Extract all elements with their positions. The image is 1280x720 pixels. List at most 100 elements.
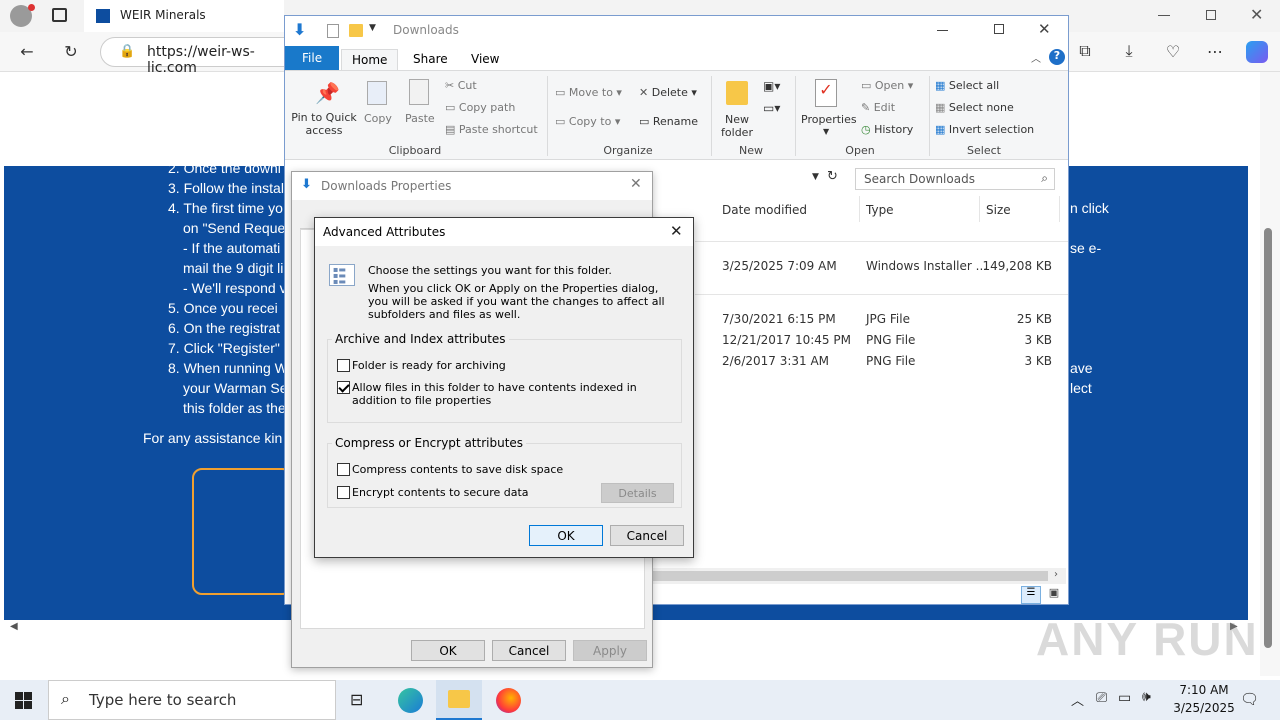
help-icon[interactable]: ? [1049, 49, 1065, 65]
tab-file[interactable]: File [285, 46, 339, 70]
notification-icon[interactable]: 🗨 [1240, 690, 1259, 708]
properties-apply-button[interactable]: Apply [573, 640, 647, 661]
advanced-cancel-button[interactable]: Cancel [610, 525, 684, 546]
table-row[interactable]: 12/21/2017 10:45 PM PNG File 3 KB [695, 330, 1068, 351]
volume-icon[interactable]: 🕪 [1142, 689, 1151, 705]
select-all-button[interactable]: ▦ Select all [935, 79, 999, 92]
explorer-minimize-button[interactable] [937, 30, 948, 31]
rename-button[interactable]: ▭ Rename [639, 115, 698, 128]
tab-share[interactable]: Share [403, 49, 458, 70]
pin-quick-access-button[interactable]: 📌 Pin to Quick access [289, 77, 359, 139]
table-row[interactable]: 7/30/2021 6:15 PM JPG File 25 KB [695, 309, 1068, 330]
task-view-icon[interactable]: ⊟ [350, 690, 363, 709]
copy-path-button[interactable]: ▭ Copy path [445, 101, 515, 114]
copilot-icon[interactable] [1246, 41, 1268, 63]
action-card[interactable] [192, 468, 292, 595]
column-date-modified[interactable]: Date modified [722, 203, 807, 217]
instruction-line: - If the automati [183, 240, 281, 256]
copy-button[interactable]: Copy [361, 77, 395, 133]
select-none-button[interactable]: ▦ Select none [935, 101, 1014, 114]
qat-dropdown-icon[interactable]: ▼ [369, 23, 376, 33]
column-size[interactable]: Size [986, 203, 1011, 217]
refresh-icon[interactable]: ↻ [58, 38, 84, 64]
index-checkbox[interactable] [337, 381, 350, 394]
paste-button[interactable]: Paste [401, 77, 439, 133]
properties-ok-button[interactable]: OK [411, 640, 485, 661]
clock-date[interactable]: 3/25/2025 [1166, 701, 1242, 715]
new-item-icon[interactable]: ▣▾ [763, 79, 780, 93]
address-dropdown-icon[interactable]: ▼ [812, 172, 819, 182]
column-type[interactable]: Type [866, 203, 894, 217]
performance-icon[interactable]: ♡ [1160, 38, 1186, 64]
tab-view[interactable]: View [461, 49, 509, 70]
explorer-scroll-thumb[interactable] [653, 571, 1048, 581]
split-screen-icon[interactable]: ⧉ [1072, 38, 1098, 64]
instruction-line: 6. On the registrat [168, 320, 281, 336]
close-button[interactable]: ✕ [1250, 5, 1263, 24]
paste-shortcut-button[interactable]: ▤ Paste shortcut [445, 123, 538, 136]
compress-checkbox[interactable] [337, 463, 350, 476]
instruction-line: 3. Follow the instal [168, 180, 284, 196]
advanced-close-button[interactable]: ✕ [670, 222, 683, 240]
advanced-ok-button[interactable]: OK [529, 525, 603, 546]
properties-cancel-button[interactable]: Cancel [492, 640, 566, 661]
qat-folder-icon[interactable] [349, 24, 363, 37]
archive-checkbox[interactable] [337, 359, 350, 372]
ethernet-icon[interactable]: ▭ [1118, 690, 1131, 706]
cut-label: Cut [457, 79, 477, 92]
invert-selection-icon: ▦ [935, 123, 949, 136]
paste-icon [409, 79, 429, 105]
page-scroll-thumb[interactable] [1264, 228, 1272, 648]
instruction-line: your Warman Se [183, 380, 288, 396]
tray-overflow-icon[interactable]: ︿ [1071, 690, 1084, 709]
cut-button[interactable]: ✂ Cut [445, 79, 477, 92]
minimize-button[interactable] [1158, 15, 1170, 16]
explorer-search-box[interactable]: Search Downloads ⌕ [855, 168, 1055, 190]
scroll-right-icon[interactable]: › [1054, 569, 1058, 580]
table-row[interactable]: 3/25/2025 7:09 AM Windows Installer ... … [695, 256, 1068, 278]
explorer-maximize-button[interactable] [994, 24, 1004, 34]
edit-button[interactable]: ✎ Edit [861, 101, 895, 114]
clock-time[interactable]: 7:10 AM [1172, 683, 1236, 697]
properties-button[interactable]: ✓ Properties ▼ [799, 77, 857, 139]
explorer-taskbar-icon[interactable] [436, 680, 482, 720]
compress-group-title: Compress or Encrypt attributes [332, 436, 527, 450]
address-bar[interactable]: 🔒 https://weir-ws-lic.com [100, 37, 300, 76]
firefox-taskbar-icon[interactable] [496, 688, 521, 713]
windows-start-icon[interactable] [15, 692, 32, 709]
more-icon[interactable]: ⋯ [1202, 38, 1228, 64]
explorer-refresh-icon[interactable]: ↻ [827, 169, 838, 184]
back-icon[interactable]: ← [14, 38, 40, 64]
delete-button[interactable]: ✕ Delete ▾ [639, 86, 697, 99]
browser-tab[interactable]: WEIR Minerals [84, 0, 284, 32]
instruction-line: 8. When running W [168, 360, 288, 376]
copy-to-button[interactable]: ▭ Copy to ▾ [555, 115, 620, 128]
network-icon[interactable]: ⎚ [1096, 690, 1107, 706]
new-folder-button[interactable]: New folder [717, 77, 757, 139]
ribbon-collapse-icon[interactable]: ︿ [1031, 50, 1041, 65]
edge-taskbar-icon[interactable] [398, 688, 423, 713]
details-button[interactable]: Details [601, 483, 674, 503]
open-button[interactable]: ▭ Open ▾ [861, 79, 913, 92]
easy-access-icon[interactable]: ▭▾ [763, 101, 780, 115]
invert-selection-button[interactable]: ▦ Invert selection [935, 123, 1034, 136]
downloads-icon[interactable]: ⤓ [1116, 38, 1142, 64]
large-icons-view-icon[interactable]: ▣ [1045, 586, 1063, 604]
explorer-close-button[interactable]: ✕ [1038, 20, 1051, 38]
taskbar-search-box[interactable]: ⌕ Type here to search [48, 680, 336, 720]
properties-close-button[interactable]: ✕ [630, 176, 642, 192]
explorer-horizontal-scrollbar[interactable]: › [653, 568, 1066, 584]
tab-actions-icon[interactable] [52, 8, 67, 22]
copy-label: Copy [364, 112, 392, 125]
table-row[interactable]: 2/6/2017 3:31 AM PNG File 3 KB [695, 351, 1068, 372]
history-button[interactable]: ◷ History [861, 123, 913, 136]
instruction-line: 5. Once you recei [168, 300, 278, 316]
scroll-left-icon[interactable]: ◀ [10, 621, 18, 632]
cell-date: 7/30/2021 6:15 PM [722, 312, 836, 326]
qat-properties-icon[interactable] [327, 24, 339, 38]
tab-home[interactable]: Home [341, 49, 399, 70]
move-to-button[interactable]: ▭ Move to ▾ [555, 86, 622, 99]
details-view-icon[interactable]: ☰ [1021, 586, 1041, 604]
restore-button[interactable] [1206, 10, 1216, 20]
encrypt-checkbox[interactable] [337, 486, 350, 499]
